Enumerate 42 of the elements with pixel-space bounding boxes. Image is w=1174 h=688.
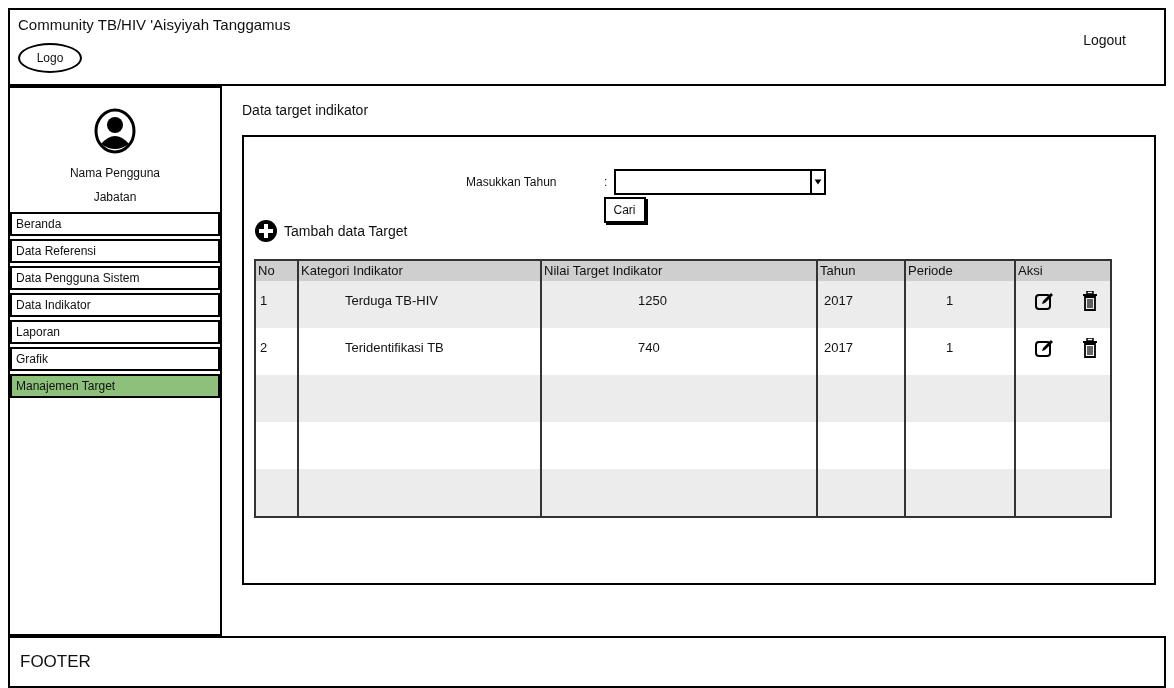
year-label: Masukkan Tahun <box>466 174 558 191</box>
table-cell: 740 <box>541 327 817 375</box>
menu-item[interactable]: Laporan <box>10 320 220 344</box>
menu-item[interactable]: Grafik <box>10 347 220 371</box>
column-header: No <box>256 261 298 281</box>
edit-icon[interactable] <box>1034 337 1054 358</box>
column-header: Tahun <box>817 261 905 281</box>
user-name: Nama Pengguna <box>69 165 161 182</box>
menu-item[interactable]: Manajemen Target <box>10 374 220 398</box>
column-header: Aksi <box>1015 261 1110 281</box>
table-cell: 1 <box>256 280 298 328</box>
menu-item[interactable]: Data Indikator <box>10 293 220 317</box>
table-cell: 2017 <box>817 280 905 328</box>
menu-item[interactable]: Data Pengguna Sistem <box>10 266 220 290</box>
menu-item[interactable]: Beranda <box>10 212 220 236</box>
table-cell: 2017 <box>817 327 905 375</box>
delete-icon[interactable] <box>1082 290 1098 311</box>
menu-item[interactable]: Data Referensi <box>10 239 220 263</box>
table-cell: 1 <box>905 280 1015 328</box>
table-cell: 1250 <box>541 280 817 328</box>
year-dropdown[interactable] <box>614 169 826 195</box>
table-cell: Terduga TB-HIV <box>298 280 541 328</box>
column-header: Kategori Indikator <box>298 261 541 281</box>
search-button[interactable]: Cari <box>603 197 646 223</box>
edit-icon[interactable] <box>1034 290 1054 311</box>
column-header: Nilai Target Indikator <box>541 261 817 281</box>
add-icon[interactable] <box>254 219 278 243</box>
caret-icon <box>810 171 824 193</box>
table-cell: 2 <box>256 327 298 375</box>
column-header: Periode <box>905 261 1015 281</box>
user-role: Jabatan <box>93 189 137 206</box>
add-target-link[interactable]: Tambah data Target <box>284 220 408 242</box>
logout-link[interactable]: Logout <box>1083 29 1126 51</box>
table-cell: Teridentifikasi TB <box>298 327 541 375</box>
user-avatar-icon <box>94 108 136 154</box>
delete-icon[interactable] <box>1082 337 1098 358</box>
table-cell: 1 <box>905 327 1015 375</box>
page-title: Data target indikator <box>242 101 370 120</box>
app-title: Community TB/HIV 'Aisyiyah Tanggamus <box>18 15 291 35</box>
footer-text: FOOTER <box>20 651 91 674</box>
colon-separator: : <box>604 174 609 191</box>
logo: Logo <box>18 42 82 73</box>
